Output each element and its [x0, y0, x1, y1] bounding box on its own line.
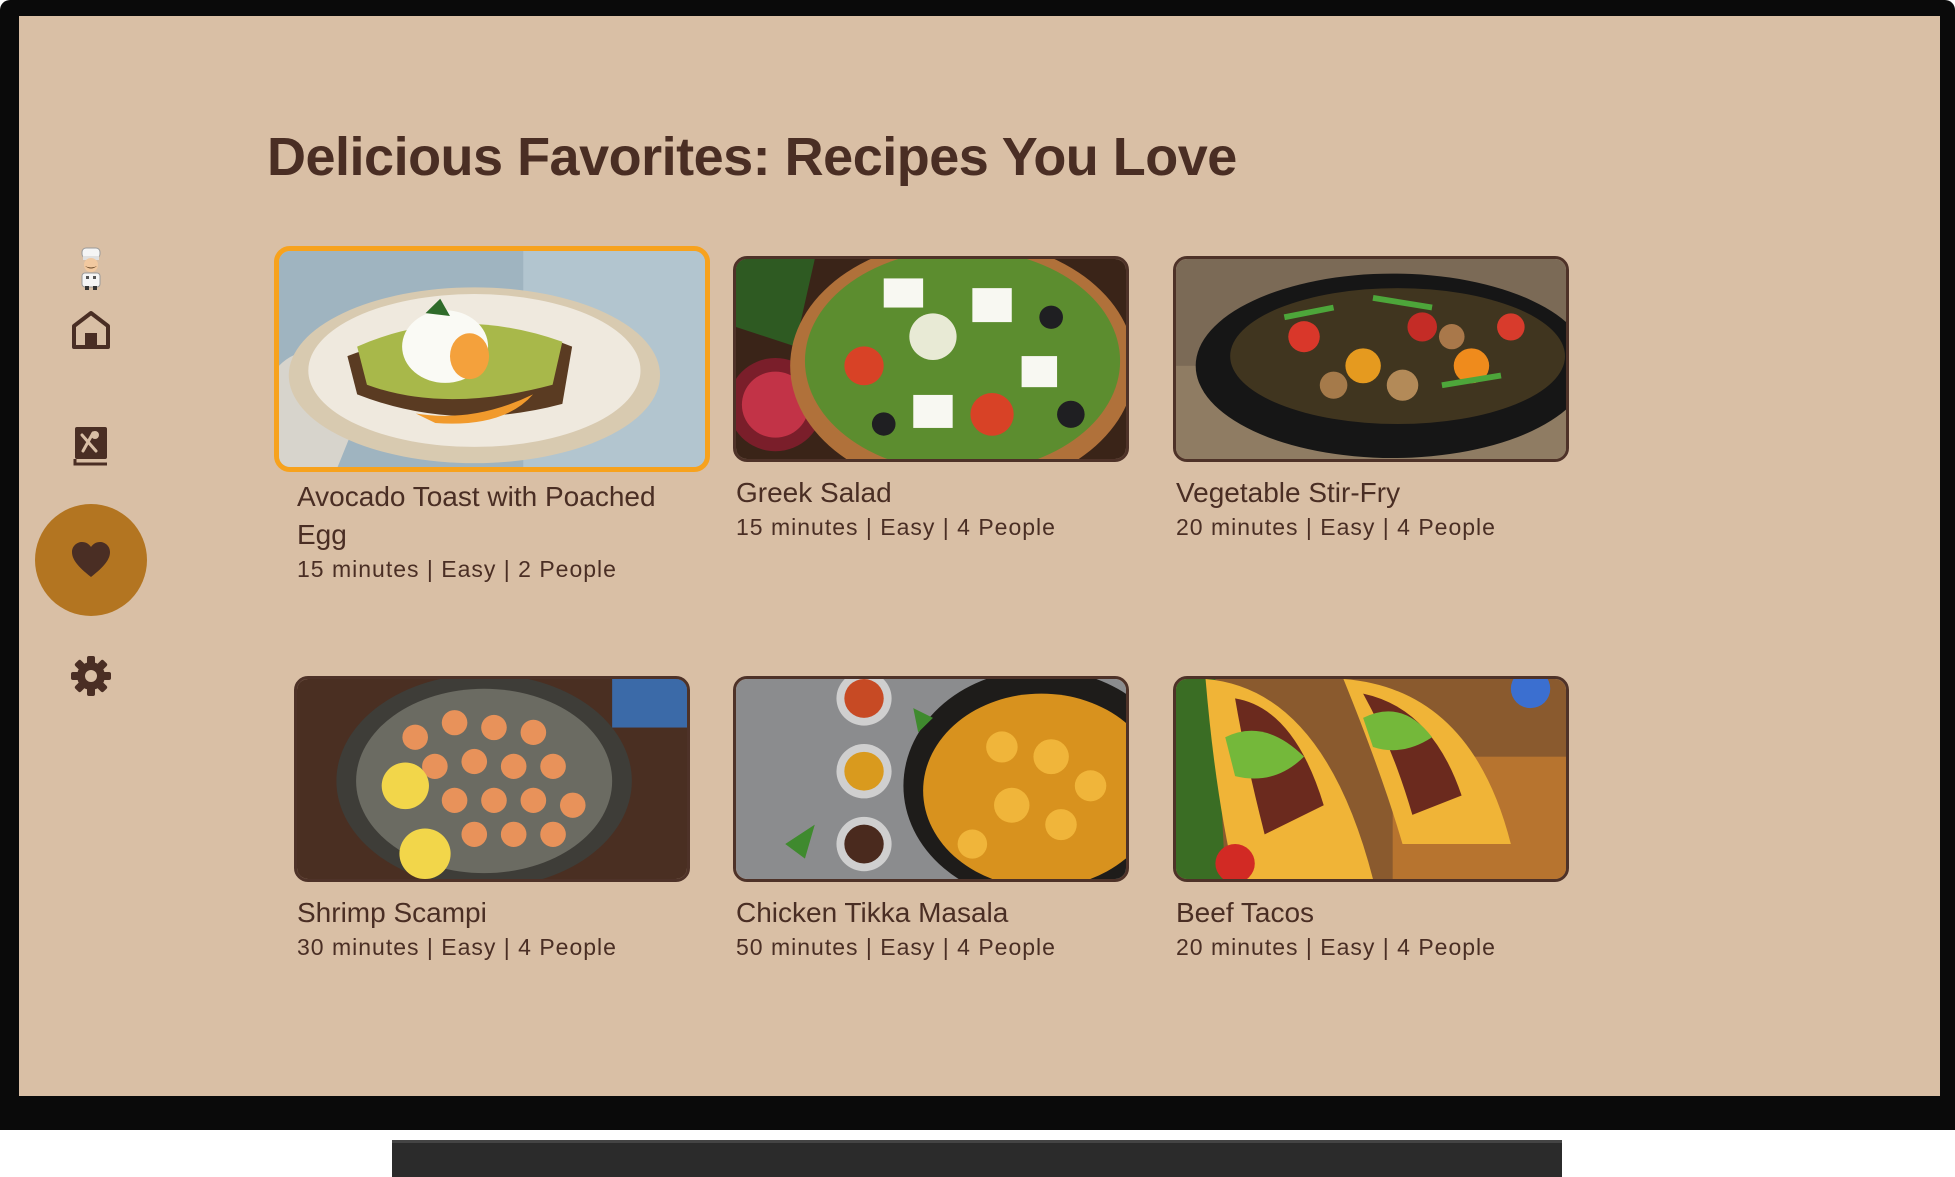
recipe-image-shrimp-scampi — [294, 676, 690, 882]
recipe-card[interactable]: Shrimp Scampi 30 minutes | Easy | 4 Peop… — [294, 676, 694, 962]
recipe-card[interactable]: Avocado Toast with Poached Egg 15 minute… — [274, 246, 710, 584]
recipe-meta: 15 minutes | Easy | 4 People — [736, 514, 1056, 540]
recipe-image-chicken-tikka-masala — [733, 676, 1129, 882]
tv-stand — [392, 1140, 1562, 1177]
recipe-meta: 50 minutes | Easy | 4 People — [736, 934, 1056, 960]
nav-item-home[interactable] — [35, 274, 147, 386]
nav-item-settings[interactable] — [35, 620, 147, 732]
page-title: Delicious Favorites: Recipes You Love — [267, 127, 1237, 187]
recipe-image-beef-tacos — [1173, 676, 1569, 882]
recipe-image-vegetable-stir-fry — [1173, 256, 1569, 462]
recipe-title: Beef Tacos — [1176, 897, 1315, 928]
recipe-meta: 30 minutes | Easy | 4 People — [297, 934, 617, 960]
recipe-title: Shrimp Scampi — [297, 897, 487, 928]
nav-item-favorites[interactable] — [35, 504, 147, 616]
navigation-rail — [19, 16, 159, 1096]
recipe-image-greek-salad — [733, 256, 1129, 462]
tv-screen: Delicious Favorites: Recipes You Love Av… — [19, 16, 1940, 1096]
recipe-meta: 20 minutes | Easy | 4 People — [1176, 514, 1496, 540]
recipe-meta: 20 minutes | Easy | 4 People — [1176, 934, 1496, 960]
heart-icon — [72, 542, 110, 577]
recipe-card[interactable]: Vegetable Stir-Fry 20 minutes | Easy | 4… — [1173, 256, 1573, 542]
nav-item-recipes[interactable] — [35, 389, 147, 501]
recipe-image-avocado-toast — [274, 246, 710, 472]
recipe-book-icon — [73, 427, 107, 466]
recipe-card[interactable]: Chicken Tikka Masala 50 minutes | Easy |… — [733, 676, 1133, 962]
gear-icon — [71, 656, 111, 696]
recipe-meta: 15 minutes | Easy | 2 People — [297, 556, 617, 582]
recipe-title: Avocado Toast with Poached Egg — [297, 481, 656, 550]
recipe-title: Greek Salad — [736, 477, 892, 508]
tv-chin — [0, 1096, 1955, 1130]
home-icon — [72, 311, 110, 349]
recipe-card[interactable]: Greek Salad 15 minutes | Easy | 4 People — [733, 256, 1133, 542]
recipe-card[interactable]: Beef Tacos 20 minutes | Easy | 4 People — [1173, 676, 1573, 962]
recipe-title: Vegetable Stir-Fry — [1176, 477, 1401, 508]
recipe-title: Chicken Tikka Masala — [736, 897, 1009, 928]
